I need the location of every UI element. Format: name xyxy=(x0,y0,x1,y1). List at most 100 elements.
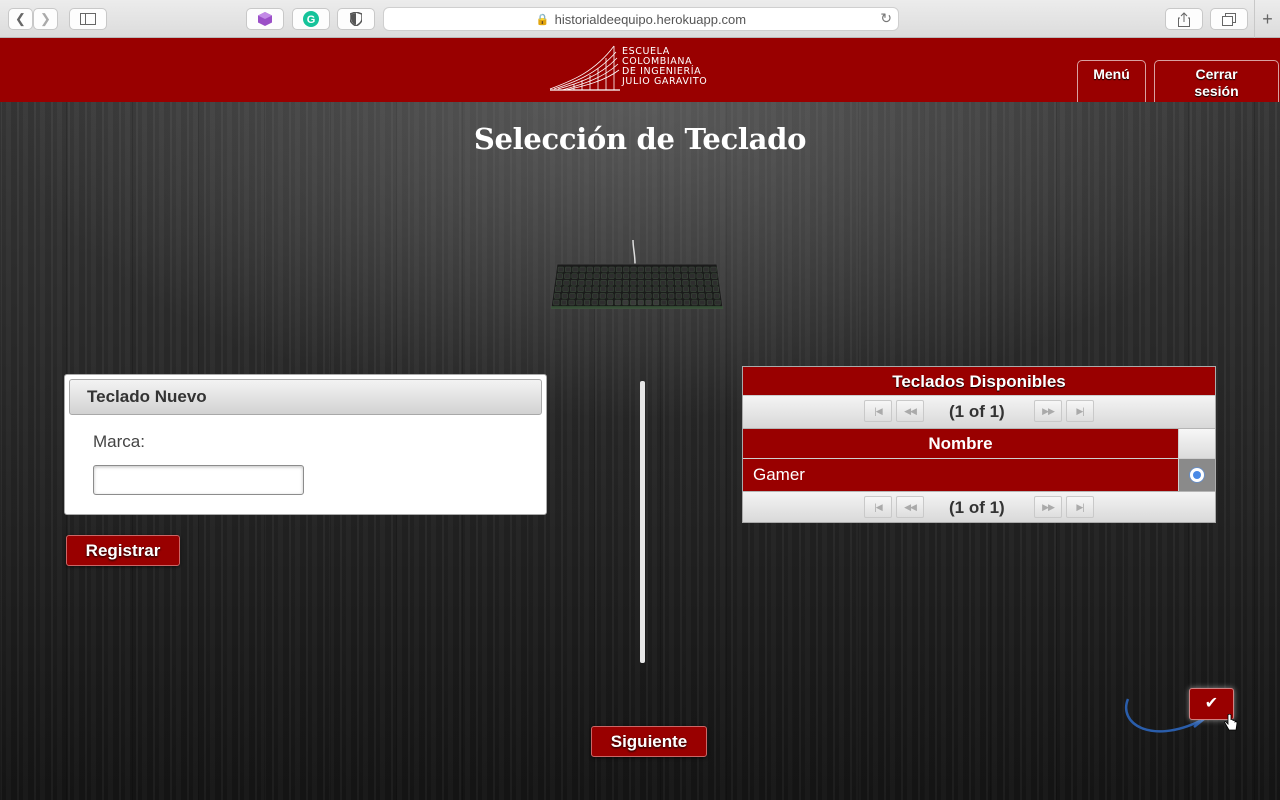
keyboard-key xyxy=(584,299,590,306)
keyboard-key xyxy=(579,273,585,279)
grammarly-button[interactable]: G xyxy=(292,8,330,30)
keyboard-key xyxy=(630,266,637,273)
keyboard-key xyxy=(594,266,601,273)
keyboard-key xyxy=(689,280,696,286)
keyboard-key xyxy=(637,273,644,279)
forward-button[interactable]: ❯ xyxy=(33,8,58,30)
menu-button[interactable]: Menú xyxy=(1077,60,1146,102)
brand-input[interactable] xyxy=(93,465,304,495)
back-button[interactable]: ❮ xyxy=(8,8,33,30)
forward-icon: ❯ xyxy=(40,11,51,26)
keyboard-key xyxy=(593,280,600,286)
keyboard-key xyxy=(706,299,713,306)
keyboard-key xyxy=(696,266,702,273)
keyboard-key xyxy=(599,299,606,306)
keyboard-key xyxy=(608,280,615,286)
next-page-button[interactable]: ▶▶ xyxy=(1034,400,1062,422)
keyboard-key xyxy=(645,286,652,292)
keyboard-key xyxy=(608,273,615,279)
keyboard-key xyxy=(637,286,644,292)
tabs-button[interactable] xyxy=(1210,8,1248,30)
last-page-button[interactable]: ▶| xyxy=(1066,400,1094,422)
keyboard-key xyxy=(666,266,673,273)
keyboard-key xyxy=(690,286,697,292)
keyboard-key xyxy=(579,266,586,273)
keyboard-key xyxy=(630,280,637,286)
keyboard-key xyxy=(608,266,615,273)
keyboard-key xyxy=(563,280,570,286)
reload-icon[interactable]: ↻ xyxy=(880,10,892,27)
keyboard-key xyxy=(696,273,703,279)
keyboard-key xyxy=(607,299,614,306)
keyboard-key xyxy=(607,293,614,299)
sidebar-icon xyxy=(80,13,96,25)
keyboard-key xyxy=(584,293,591,299)
keyboard-key xyxy=(653,299,660,306)
keyboard-key xyxy=(622,286,629,292)
keyboard-key xyxy=(585,280,592,286)
next-button[interactable]: Siguiente xyxy=(591,726,707,757)
last-page-button[interactable]: ▶| xyxy=(1066,496,1094,518)
keyboard-key xyxy=(645,299,652,306)
last-page-icon: ▶| xyxy=(1076,502,1084,512)
keyboard-key xyxy=(592,293,599,299)
keyboard-key xyxy=(623,273,630,279)
new-tab-icon: + xyxy=(1262,8,1273,29)
logout-button[interactable]: Cerrar sesión xyxy=(1154,60,1279,102)
site-header: Escuela Colombiana de Ingeniería Julio G… xyxy=(0,38,1280,102)
keyboard-key xyxy=(713,286,719,292)
keyboard-key xyxy=(630,273,637,279)
keyboard-key xyxy=(622,280,629,286)
privacy-button[interactable] xyxy=(337,8,375,30)
keyboard-key xyxy=(660,293,667,299)
keyboard-key xyxy=(572,266,579,273)
next-page-button[interactable]: ▶▶ xyxy=(1034,496,1062,518)
prev-page-button[interactable]: ◀◀ xyxy=(896,496,924,518)
row-select-cell[interactable] xyxy=(1179,459,1215,491)
keyboard-key xyxy=(593,273,600,279)
keyboard-key xyxy=(691,293,697,299)
first-page-button[interactable]: |◀ xyxy=(864,496,892,518)
keyboard-key xyxy=(600,286,607,292)
keyboard-key xyxy=(712,280,719,286)
row-radio-button[interactable] xyxy=(1189,467,1205,483)
university-logo[interactable]: Escuela Colombiana de Ingeniería Julio G… xyxy=(548,44,728,94)
keyboard-key xyxy=(637,280,644,286)
keyboard-key xyxy=(653,293,659,299)
next-page-icon: ▶▶ xyxy=(1042,406,1055,416)
keyboard-key xyxy=(683,299,690,306)
keyboard-key xyxy=(652,266,659,273)
prev-page-button[interactable]: ◀◀ xyxy=(896,400,924,422)
keyboard-key xyxy=(674,273,681,279)
table-row[interactable]: Gamer xyxy=(743,459,1179,491)
available-keyboards-table: Teclados Disponibles |◀ ◀◀ (1 of 1) ▶▶ ▶… xyxy=(742,366,1216,523)
first-page-button[interactable]: |◀ xyxy=(864,400,892,422)
prev-page-icon: ◀◀ xyxy=(904,406,917,416)
keyboard-key xyxy=(564,273,571,279)
address-bar[interactable]: 🔒 historialdeequipo.herokuapp.com ↻ xyxy=(383,7,899,31)
column-header-name[interactable]: Nombre xyxy=(743,429,1179,459)
keyboard-key xyxy=(607,286,614,292)
keyboard-key xyxy=(660,280,667,286)
keyboard-key xyxy=(683,293,690,299)
keyboard-key xyxy=(570,280,577,286)
table-caption: Teclados Disponibles xyxy=(743,367,1215,396)
hand-cursor-icon xyxy=(1224,714,1238,731)
keyboard-key xyxy=(568,299,575,306)
keyboard-key xyxy=(600,280,607,286)
new-tab-button[interactable]: + xyxy=(1254,0,1280,38)
register-button[interactable]: Registrar xyxy=(66,535,180,566)
extension-button[interactable] xyxy=(246,8,284,30)
keyboard-key xyxy=(615,286,622,292)
vertical-divider xyxy=(640,381,645,663)
keyboard-key xyxy=(675,286,682,292)
table-paginator-top: |◀ ◀◀ (1 of 1) ▶▶ ▶| xyxy=(743,396,1215,429)
keyboard-key xyxy=(571,273,578,279)
keyboard-key xyxy=(615,280,622,286)
keyboard-key xyxy=(577,293,583,299)
share-button[interactable] xyxy=(1165,8,1203,30)
brand-label: Marca: xyxy=(93,432,145,451)
sidebar-button[interactable] xyxy=(69,8,107,30)
next-page-icon: ▶▶ xyxy=(1042,502,1055,512)
keyboard-key xyxy=(615,293,621,299)
